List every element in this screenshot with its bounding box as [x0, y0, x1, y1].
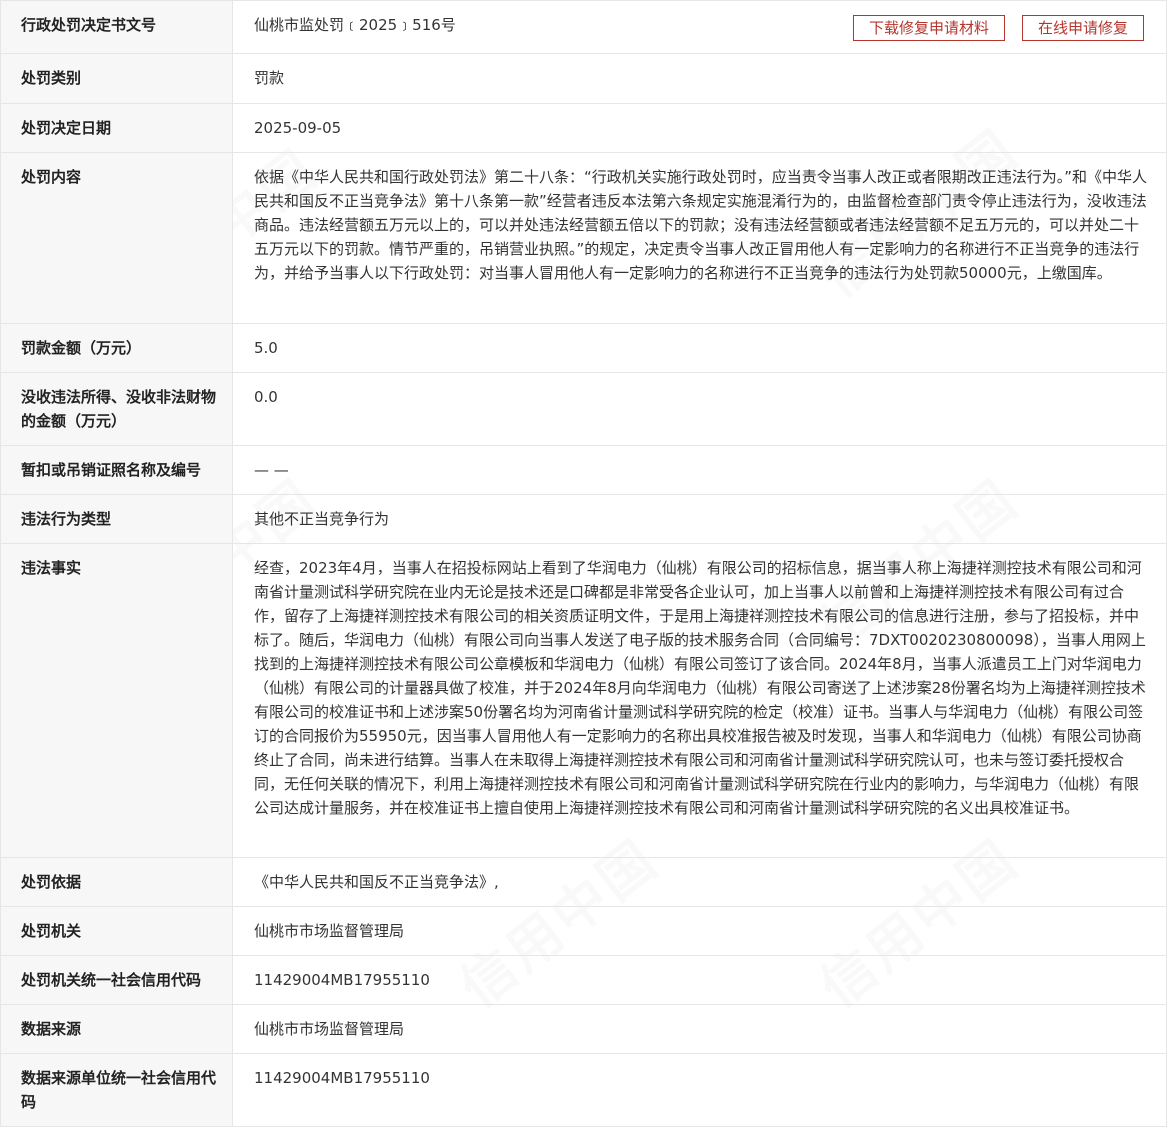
field-value: 0.0 — [232, 372, 1167, 446]
field-label: 违法事实 — [0, 543, 233, 858]
field-value: 其他不正当竞争行为 — [232, 494, 1167, 544]
repair-actions: 下载修复申请材料 在线申请修复 — [852, 15, 1144, 41]
field-value: 11429004MB17955110 — [232, 955, 1167, 1005]
field-label: 行政处罚决定书文号 — [0, 0, 233, 54]
field-value: 仙桃市市场监督管理局 — [232, 1004, 1167, 1054]
online-repair-apply-button[interactable]: 在线申请修复 — [1021, 15, 1144, 41]
field-value: 11429004MB17955110 — [232, 1053, 1167, 1127]
table-row: 处罚依据 《中华人民共和国反不正当竞争法》, — [0, 857, 1167, 907]
field-value: — — — [232, 445, 1167, 495]
table-row: 处罚机关统一社会信用代码 11429004MB17955110 — [0, 955, 1167, 1005]
table-row: 数据来源单位统一社会信用代码 11429004MB17955110 — [0, 1053, 1167, 1127]
field-label: 罚款金额（万元） — [0, 323, 233, 373]
decision-number: 仙桃市监处罚﹝2025﹞516号 — [254, 16, 456, 34]
field-label: 处罚内容 — [0, 152, 233, 324]
table-row: 行政处罚决定书文号 仙桃市监处罚﹝2025﹞516号 下载修复申请材料 在线申请… — [0, 0, 1167, 54]
download-repair-materials-button[interactable]: 下载修复申请材料 — [852, 15, 1005, 41]
field-label: 处罚机关 — [0, 906, 233, 956]
field-value: 经查，2023年4月，当事人在招投标网站上看到了华润电力（仙桃）有限公司的招标信… — [232, 543, 1167, 858]
table-row: 罚款金额（万元） 5.0 — [0, 323, 1167, 373]
field-label: 暂扣或吊销证照名称及编号 — [0, 445, 233, 495]
table-row: 违法行为类型 其他不正当竞争行为 — [0, 494, 1167, 544]
table-row: 处罚类别 罚款 — [0, 53, 1167, 104]
field-label: 数据来源单位统一社会信用代码 — [0, 1053, 233, 1127]
field-label: 处罚机关统一社会信用代码 — [0, 955, 233, 1005]
table-row: 没收违法所得、没收非法财物的金额（万元） 0.0 — [0, 372, 1167, 446]
penalty-detail-table: 行政处罚决定书文号 仙桃市监处罚﹝2025﹞516号 下载修复申请材料 在线申请… — [0, 0, 1167, 1127]
table-row: 处罚机关 仙桃市市场监督管理局 — [0, 906, 1167, 956]
table-row: 违法事实 经查，2023年4月，当事人在招投标网站上看到了华润电力（仙桃）有限公… — [0, 543, 1167, 858]
field-value: 依据《中华人民共和国行政处罚法》第二十八条：“行政机关实施行政处罚时，应当责令当… — [232, 152, 1167, 324]
table-row: 暂扣或吊销证照名称及编号 — — — [0, 445, 1167, 495]
table-row: 处罚决定日期 2025-09-05 — [0, 103, 1167, 153]
table-row: 数据来源 仙桃市市场监督管理局 — [0, 1004, 1167, 1054]
field-label: 违法行为类型 — [0, 494, 233, 544]
field-label: 处罚依据 — [0, 857, 233, 907]
field-label: 没收违法所得、没收非法财物的金额（万元） — [0, 372, 233, 446]
field-value: 仙桃市市场监督管理局 — [232, 906, 1167, 956]
table-row: 处罚内容 依据《中华人民共和国行政处罚法》第二十八条：“行政机关实施行政处罚时，… — [0, 152, 1167, 324]
field-value: 仙桃市监处罚﹝2025﹞516号 下载修复申请材料 在线申请修复 — [232, 0, 1167, 54]
field-label: 数据来源 — [0, 1004, 233, 1054]
field-value: 2025-09-05 — [232, 103, 1167, 153]
field-value: 罚款 — [232, 53, 1167, 104]
field-label: 处罚决定日期 — [0, 103, 233, 153]
field-value: 5.0 — [232, 323, 1167, 373]
field-label: 处罚类别 — [0, 53, 233, 104]
field-value: 《中华人民共和国反不正当竞争法》, — [232, 857, 1167, 907]
